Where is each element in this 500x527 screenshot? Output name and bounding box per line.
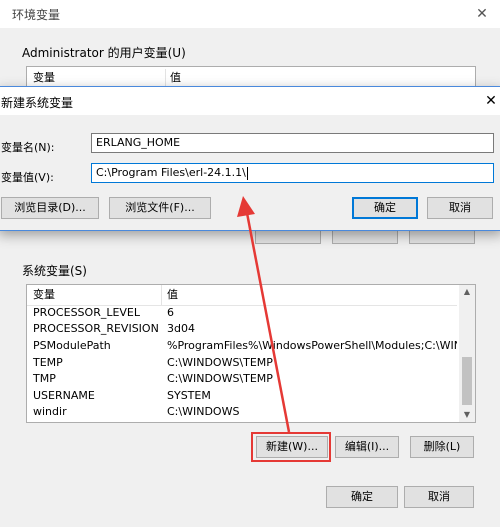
table-row[interactable]: TEMP C:\WINDOWS\TEMP — [27, 355, 457, 371]
system-column-variable[interactable]: 变量 — [33, 286, 55, 304]
variable-value-label: 变量值(V): — [1, 171, 54, 184]
scroll-up-icon[interactable]: ▲ — [459, 285, 475, 299]
table-row[interactable]: PROCESSOR_LEVEL 6 — [27, 305, 457, 321]
user-column-value[interactable]: 值 — [165, 69, 181, 87]
row-value: 3d04 — [167, 322, 195, 335]
text-caret — [246, 166, 248, 180]
user-variables-label: Administrator 的用户变量(U) — [22, 46, 186, 60]
system-list-scrollbar[interactable]: ▲ ▼ — [459, 285, 475, 422]
row-value: 6 — [167, 306, 174, 319]
browse-directory-button[interactable]: 浏览目录(D)... — [1, 197, 99, 219]
highlight-box — [251, 432, 331, 462]
system-delete-button[interactable]: 删除(L) — [410, 436, 474, 458]
scrollbar-thumb[interactable] — [462, 357, 472, 405]
row-value: C:\WINDOWS\TEMP — [167, 372, 273, 385]
scroll-down-icon[interactable]: ▼ — [459, 408, 475, 422]
browse-file-button[interactable]: 浏览文件(F)... — [109, 197, 211, 219]
system-variables-list[interactable]: 变量 值 PROCESSOR_LEVEL 6 PROCESSOR_REVISIO… — [26, 284, 476, 423]
row-value: %ProgramFiles%\WindowsPowerShell\Modules… — [167, 339, 457, 352]
env-title: 环境变量 — [12, 8, 61, 22]
row-name: windir — [33, 405, 67, 418]
new-dialog-titlebar: 新建系统变量 ✕ — [0, 87, 500, 115]
table-row[interactable]: PROCESSOR_REVISION 3d04 — [27, 321, 457, 337]
user-column-variable[interactable]: 变量 — [33, 69, 55, 87]
variable-name-text: ERLANG_HOME — [96, 136, 181, 149]
new-dialog-cancel-button[interactable]: 取消 — [427, 197, 493, 219]
system-edit-button[interactable]: 编辑(I)... — [335, 436, 399, 458]
row-name: USERNAME — [33, 389, 95, 402]
row-name: PSModulePath — [33, 339, 111, 352]
table-row[interactable]: windir C:\WINDOWS — [27, 404, 457, 420]
row-name: TMP — [33, 372, 56, 385]
table-row[interactable]: USERNAME SYSTEM — [27, 388, 457, 404]
row-name: PROCESSOR_LEVEL — [33, 306, 141, 319]
new-dialog-title: 新建系统变量 — [1, 96, 74, 110]
new-dialog-ok-button[interactable]: 确定 — [352, 197, 418, 219]
close-icon[interactable]: ✕ — [481, 91, 500, 111]
row-name: TEMP — [33, 356, 63, 369]
system-column-value[interactable]: 值 — [161, 285, 178, 305]
variable-value-text: C:\Program Files\erl-24.1.1\ — [96, 166, 246, 179]
table-row[interactable]: PSModulePath %ProgramFiles%\WindowsPower… — [27, 338, 457, 354]
variable-name-field[interactable]: ERLANG_HOME — [91, 133, 494, 153]
environment-variables-window: 环境变量 ✕ Administrator 的用户变量(U) 变量 值 系统变量(… — [0, 0, 500, 527]
table-row[interactable]: TMP C:\WINDOWS\TEMP — [27, 371, 457, 387]
env-cancel-button[interactable]: 取消 — [404, 486, 474, 508]
row-name: PROCESSOR_REVISION — [33, 322, 159, 335]
env-titlebar: 环境变量 ✕ — [0, 0, 500, 28]
new-system-variable-dialog: 新建系统变量 ✕ 变量名(N): ERLANG_HOME 变量值(V): C:\… — [0, 86, 500, 231]
system-list-header: 变量 值 — [27, 285, 457, 306]
row-value: SYSTEM — [167, 389, 211, 402]
env-ok-button[interactable]: 确定 — [326, 486, 398, 508]
close-icon[interactable]: ✕ — [470, 3, 494, 25]
variable-value-field[interactable]: C:\Program Files\erl-24.1.1\ — [91, 163, 494, 183]
system-variables-label: 系统变量(S) — [22, 264, 87, 278]
row-value: C:\WINDOWS\TEMP — [167, 356, 273, 369]
variable-name-label: 变量名(N): — [1, 141, 55, 154]
row-value: C:\WINDOWS — [167, 405, 240, 418]
